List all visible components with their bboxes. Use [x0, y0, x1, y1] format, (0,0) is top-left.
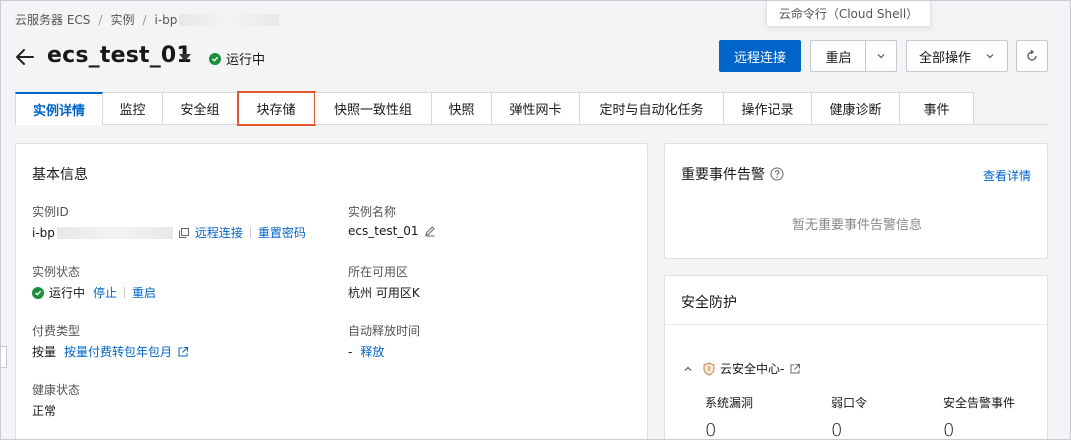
help-icon[interactable] — [770, 167, 784, 181]
security-panel: 安全防护 云安全中心- 系统漏洞 弱口令 安全告警事件 0 0 0 — [664, 275, 1049, 439]
security-center-label[interactable]: 云安全中心- — [720, 360, 784, 377]
shield-icon — [703, 361, 715, 376]
security-center-row: 云安全中心- — [683, 360, 806, 377]
panel-divider — [665, 324, 1049, 325]
tab-block-storage[interactable]: 块存储 — [237, 91, 316, 126]
basic-info-panel: 基本信息 实例ID i-bp 远程连接 重置密码 实例名称 ecs_test_0… — [15, 143, 648, 439]
remote-connect-link[interactable]: 远程连接 — [195, 224, 243, 241]
instance-id-value-row: i-bp 远程连接 重置密码 — [32, 224, 306, 241]
instance-name-value-row: ecs_test_01 — [348, 224, 441, 238]
tab-instance-details[interactable]: 实例详情 — [15, 92, 103, 125]
events-title: 重要事件告警 — [681, 167, 765, 183]
stat-label-vulnerabilities: 系统漏洞 — [705, 396, 754, 410]
breadcrumb-separator: / — [142, 12, 147, 27]
convert-billing-link[interactable]: 按量付费转包年包月 — [64, 343, 172, 360]
billing-label: 付费类型 — [32, 324, 81, 338]
tab-monitoring[interactable]: 监控 — [103, 92, 163, 125]
tab-security-group[interactable]: 安全组 — [163, 92, 238, 125]
stat-value-vulnerabilities[interactable]: 0 — [705, 420, 716, 439]
stat-value-weak-passwords[interactable]: 0 — [831, 420, 842, 439]
caret-down-icon[interactable] — [179, 54, 191, 61]
health-value: 正常 — [32, 404, 57, 418]
billing-value: 按量 — [32, 345, 57, 359]
tab-eni[interactable]: 弹性网卡 — [492, 92, 580, 125]
redacted-mask — [56, 226, 173, 239]
billing-value-row: 按量 按量付费转包年包月 — [32, 343, 194, 360]
instance-name-value: ecs_test_01 — [348, 224, 419, 238]
basic-info-title: 基本信息 — [32, 167, 88, 183]
refresh-icon — [1027, 49, 1037, 61]
tab-events[interactable]: 事件 — [900, 92, 974, 125]
tooltip-text: 云命令行（Cloud Shell） — [778, 7, 919, 21]
back-arrow-icon[interactable] — [13, 45, 37, 69]
view-details-link[interactable]: 查看详情 — [983, 167, 1031, 184]
page-title: ecs_test_01 — [47, 43, 192, 68]
all-operations-button[interactable]: 全部操作 — [906, 40, 1008, 72]
events-empty-message: 暂无重要事件告警信息 — [791, 218, 922, 233]
external-link-icon[interactable] — [177, 346, 189, 358]
reset-password-link[interactable]: 重置密码 — [258, 224, 306, 241]
security-title: 安全防护 — [681, 295, 737, 311]
edit-icon[interactable] — [424, 225, 436, 237]
restart-dropdown-button[interactable] — [865, 40, 897, 72]
chevron-down-icon — [986, 54, 994, 59]
stat-value-alerts[interactable]: 0 — [943, 420, 954, 439]
external-link-icon[interactable] — [789, 363, 801, 375]
tab-health-diagnosis[interactable]: 健康诊断 — [812, 92, 900, 125]
restart-button[interactable]: 重启 — [810, 40, 866, 72]
check-circle-icon — [209, 52, 221, 65]
zone-label: 所在可用区 — [348, 265, 409, 279]
instance-status-label: 实例状态 — [32, 265, 81, 279]
status-text: 运行中 — [226, 53, 266, 68]
copy-icon[interactable] — [178, 227, 190, 239]
cloud-shell-tooltip: 云命令行（Cloud Shell） — [766, 1, 931, 27]
breadcrumb-instances[interactable]: 实例 — [110, 11, 134, 28]
all-operations-label: 全部操作 — [919, 50, 972, 66]
zone-value: 杭州 可用区K — [348, 286, 420, 300]
side-collapse-handle[interactable] — [1, 346, 7, 368]
tab-operation-log[interactable]: 操作记录 — [724, 92, 812, 125]
chevron-up-icon[interactable] — [683, 364, 693, 374]
check-circle-icon — [32, 286, 44, 299]
breadcrumb-instance-id: i-bp — [154, 12, 178, 27]
redacted-mask — [179, 13, 280, 26]
events-panel: 重要事件告警 查看详情 暂无重要事件告警信息 — [664, 143, 1048, 259]
release-link[interactable]: 释放 — [360, 343, 384, 360]
stop-link[interactable]: 停止 — [93, 284, 117, 301]
tab-scheduled-tasks[interactable]: 定时与自动化任务 — [580, 92, 724, 125]
events-title-row: 重要事件告警 — [681, 164, 784, 184]
instance-status-value-row: 运行中 停止 重启 — [32, 284, 156, 301]
link-divider — [124, 287, 126, 298]
restart-link[interactable]: 重启 — [132, 284, 156, 301]
auto-release-label: 自动释放时间 — [348, 324, 421, 338]
auto-release-value-row: - 释放 — [348, 343, 384, 360]
remote-connect-button[interactable]: 远程连接 — [719, 40, 801, 72]
stat-label-alerts: 安全告警事件 — [943, 396, 1016, 410]
ecs-instance-page: 云服务器 ECS / 实例 / i-bp 云命令行（Cloud Shell） e… — [0, 0, 1071, 440]
tab-bar: 实例详情 监控 安全组 块存储 快照一致性组 快照 弹性网卡 定时与自动化任务 … — [15, 91, 974, 126]
stat-label-weak-passwords: 弱口令 — [831, 396, 868, 410]
refresh-button[interactable] — [1016, 40, 1048, 72]
instance-status-value: 运行中 — [49, 286, 86, 300]
link-divider — [249, 227, 251, 238]
tab-snapshot[interactable]: 快照 — [432, 92, 492, 125]
instance-name-label: 实例名称 — [348, 205, 397, 219]
health-label: 健康状态 — [32, 383, 81, 397]
auto-release-value: - — [348, 344, 353, 359]
instance-id-label: 实例ID — [32, 205, 69, 219]
chevron-down-icon — [877, 54, 885, 59]
breadcrumb: 云服务器 ECS / 实例 / i-bp — [15, 11, 280, 28]
instance-id-value: i-bp — [32, 225, 55, 240]
status-badge: 运行中 — [209, 49, 265, 68]
breadcrumb-separator: / — [98, 12, 103, 27]
breadcrumb-ecs[interactable]: 云服务器 ECS — [15, 11, 90, 28]
tab-snapshot-consistency-group[interactable]: 快照一致性组 — [315, 92, 432, 125]
